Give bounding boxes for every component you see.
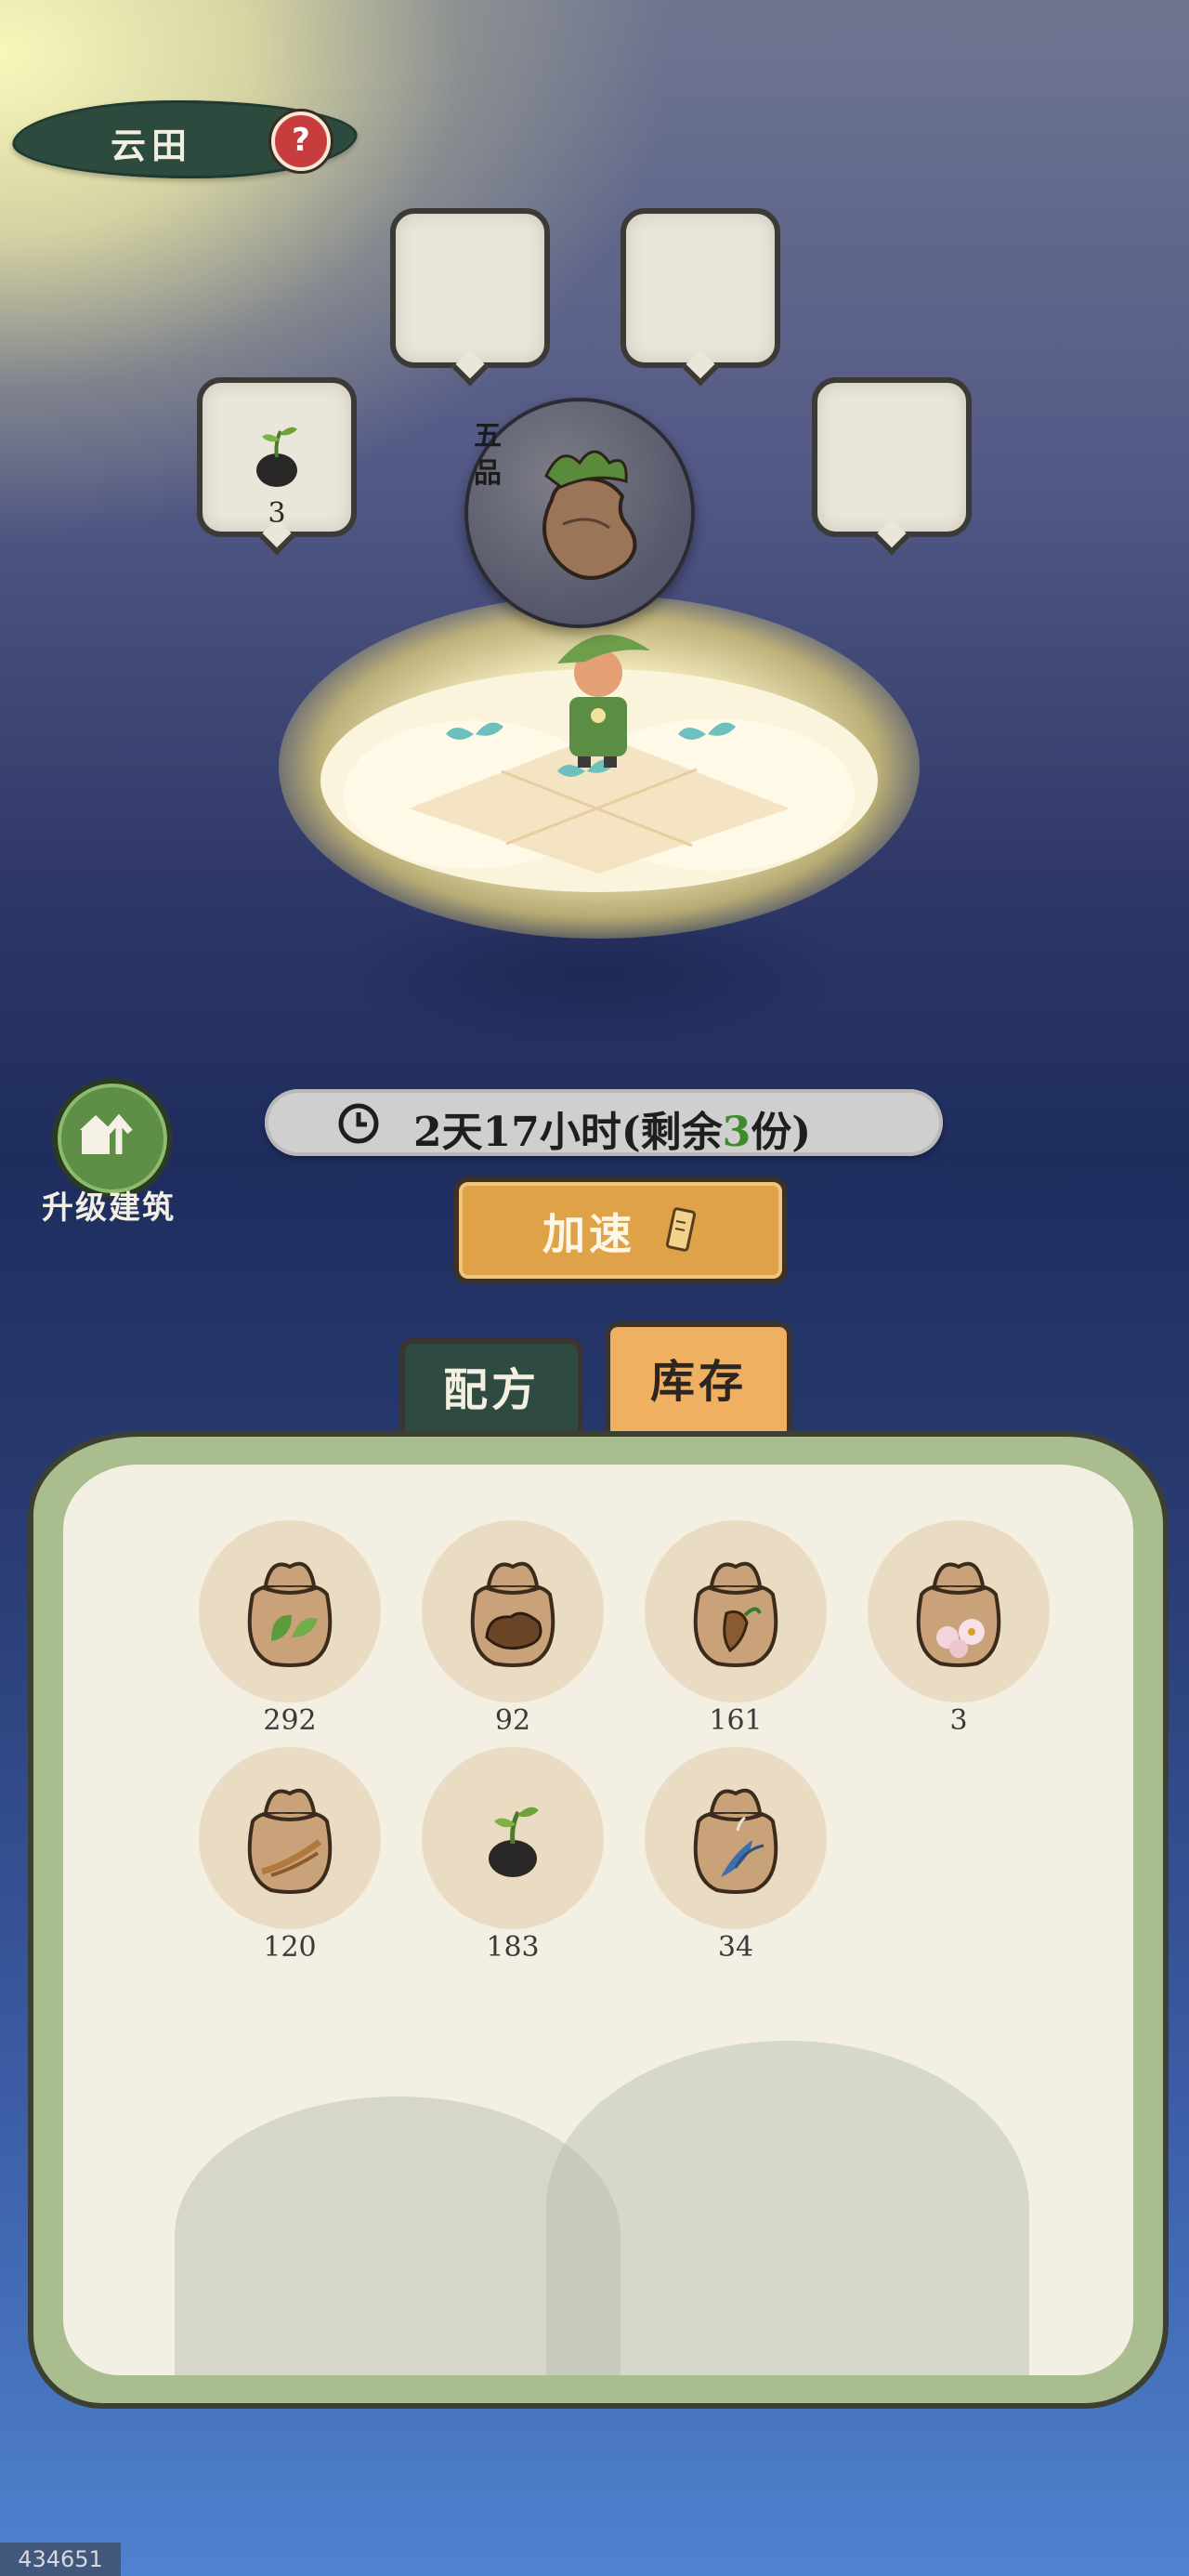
inventory-item[interactable]: 3: [868, 1520, 1050, 1737]
inventory-item[interactable]: 120: [199, 1747, 381, 1964]
inventory-item[interactable]: 34: [645, 1747, 827, 1964]
speed-up-label: 加速: [542, 1209, 635, 1259]
cloud-farm-art: [320, 634, 878, 892]
inventory-item[interactable]: 161: [645, 1520, 827, 1737]
watermark: 434651: [0, 2543, 121, 2576]
inventory-item[interactable]: 183: [422, 1747, 604, 1964]
item-count: 183: [486, 1931, 540, 1964]
item-count: 120: [263, 1931, 317, 1964]
root-chunk-bag-icon: [470, 1561, 555, 1667]
mountain-decoration: [546, 2041, 1029, 2375]
herb-root-bag-icon: [247, 1788, 333, 1894]
timer-text: 2天17小时(剩余3份): [413, 1098, 811, 1158]
seed-slot-count: 3: [268, 497, 286, 530]
timer-remaining: 3: [722, 1109, 751, 1156]
flower-bag-icon: [916, 1561, 1001, 1667]
sprout-seed-icon: [489, 1807, 539, 1877]
plot-slot-top-left[interactable]: [390, 208, 550, 368]
upgrade-building-label: 升级建筑: [42, 1189, 176, 1227]
blue-plant-bag-icon: [693, 1788, 778, 1894]
speed-up-button[interactable]: 加速: [453, 1176, 788, 1284]
ginseng-bag-icon: [693, 1561, 778, 1667]
upgrade-building-button[interactable]: [52, 1078, 173, 1199]
plot-slot-right[interactable]: [812, 377, 972, 537]
clock-icon: [338, 1103, 379, 1144]
item-count: 34: [717, 1931, 754, 1964]
plot-slot-top-right[interactable]: [621, 208, 780, 368]
growth-timer: 2天17小时(剩余3份): [265, 1089, 943, 1156]
upgrade-arrow-icon: [80, 1113, 133, 1154]
sprout-seed-icon: [256, 427, 297, 487]
item-count: 161: [709, 1704, 763, 1737]
crop-grade-label: 五品: [474, 420, 502, 490]
root-tuber-icon: [542, 450, 637, 580]
timer-suffix: 份): [751, 1109, 812, 1156]
tab-recipe[interactable]: 配方: [399, 1338, 583, 1437]
timer-prefix: 2天17小时(剩余: [413, 1109, 723, 1156]
tab-stock[interactable]: 库存: [605, 1321, 792, 1437]
inventory-panel: 292 92 161 3 120 183 34: [28, 1431, 1169, 2409]
inventory-item[interactable]: 92: [422, 1520, 604, 1737]
inventory-item[interactable]: 292: [199, 1520, 381, 1737]
help-button[interactable]: ?: [271, 112, 331, 171]
leaf-seed-bag-icon: [247, 1561, 333, 1667]
inventory-panel-inner: 292 92 161 3 120 183 34: [63, 1465, 1133, 2375]
item-count: 292: [263, 1704, 317, 1737]
page-title: 云田: [111, 125, 193, 166]
item-count: 3: [949, 1704, 968, 1737]
item-count: 92: [494, 1704, 531, 1737]
plot-slot-seed[interactable]: 3: [197, 377, 357, 537]
title-bar: 云田 ?: [7, 100, 362, 178]
scroll-icon: [665, 1207, 697, 1252]
